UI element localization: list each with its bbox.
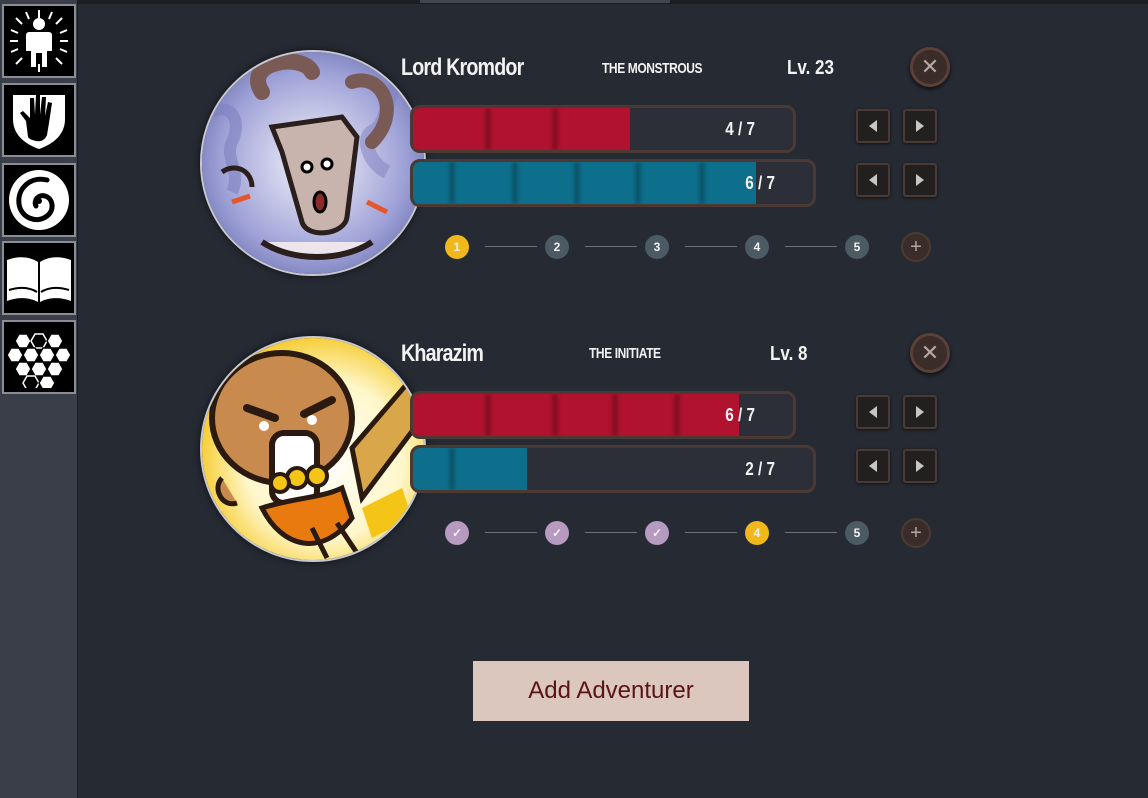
adventurer-title: THE INITIATE [589, 345, 661, 362]
step-1[interactable]: ✓ [445, 521, 469, 545]
chevron-right-icon [916, 174, 924, 186]
mana-value: 2 / 7 [745, 459, 775, 479]
health-fill [413, 108, 631, 150]
chevron-left-icon [869, 406, 877, 418]
mana-value: 6 / 7 [745, 173, 775, 193]
monk-portrait-image [202, 338, 424, 560]
adventurer-name: Lord Kromdor [401, 54, 524, 81]
step-4[interactable]: 4 [745, 235, 769, 259]
add-adventurer-button[interactable]: Add Adventurer [473, 661, 749, 721]
monster-portrait-image [202, 52, 424, 274]
sidebar-item-spells[interactable] [2, 163, 76, 237]
adventurer-portrait [200, 336, 426, 562]
open-book-icon [7, 257, 71, 302]
add-step-button[interactable]: + [901, 518, 931, 548]
hand-shield-icon [13, 95, 65, 149]
sidebar [0, 0, 78, 798]
sidebar-item-abilities[interactable] [2, 83, 76, 157]
adventurer-level: Lv. 8 [770, 343, 808, 365]
adventurer-level: Lv. 23 [787, 57, 834, 79]
spiral-icon [9, 170, 69, 230]
mana-increase-button[interactable] [903, 449, 937, 483]
plus-icon: + [910, 236, 922, 258]
hexagon-grid-icon [6, 333, 72, 388]
plus-icon: + [910, 522, 922, 544]
step-3[interactable]: 3 [645, 235, 669, 259]
step-1[interactable]: 1 [445, 235, 469, 259]
step-2[interactable]: 2 [545, 235, 569, 259]
health-fill [413, 394, 739, 436]
top-highlight [420, 0, 670, 3]
radiant-figure-icon [10, 10, 68, 72]
close-icon: ✕ [920, 54, 940, 79]
sidebar-item-map[interactable] [2, 320, 76, 394]
mana-decrease-button[interactable] [856, 449, 890, 483]
mana-decrease-button[interactable] [856, 163, 890, 197]
remove-adventurer-button[interactable]: ✕ [910, 333, 950, 373]
health-decrease-button[interactable] [856, 109, 890, 143]
step-5[interactable]: 5 [845, 235, 869, 259]
health-decrease-button[interactable] [856, 395, 890, 429]
health-increase-button[interactable] [903, 109, 937, 143]
health-value: 6 / 7 [725, 405, 755, 425]
chevron-right-icon [916, 406, 924, 418]
step-5[interactable]: 5 [845, 521, 869, 545]
health-bar: 4 / 7 [410, 105, 796, 153]
mana-fill [413, 448, 528, 490]
step-3[interactable]: ✓ [645, 521, 669, 545]
adventurer-name: Kharazim [401, 340, 484, 367]
remove-adventurer-button[interactable]: ✕ [910, 47, 950, 87]
chevron-left-icon [869, 460, 877, 472]
chevron-right-icon [916, 120, 924, 132]
health-bar: 6 / 7 [410, 391, 796, 439]
chevron-right-icon [916, 460, 924, 472]
chevron-left-icon [869, 174, 877, 186]
sidebar-item-characters[interactable] [2, 4, 76, 78]
health-increase-button[interactable] [903, 395, 937, 429]
mana-bar: 2 / 7 [410, 445, 816, 493]
mana-increase-button[interactable] [903, 163, 937, 197]
add-step-button[interactable]: + [901, 232, 931, 262]
mana-bar: 6 / 7 [410, 159, 816, 207]
mana-fill [413, 162, 756, 204]
adventurer-portrait [200, 50, 426, 276]
close-icon: ✕ [920, 340, 940, 365]
health-value: 4 / 7 [725, 119, 755, 139]
chevron-left-icon [869, 120, 877, 132]
sidebar-item-journal[interactable] [2, 241, 76, 315]
adventurer-title: THE MONSTROUS [602, 60, 703, 77]
step-4[interactable]: 4 [745, 521, 769, 545]
step-2[interactable]: ✓ [545, 521, 569, 545]
